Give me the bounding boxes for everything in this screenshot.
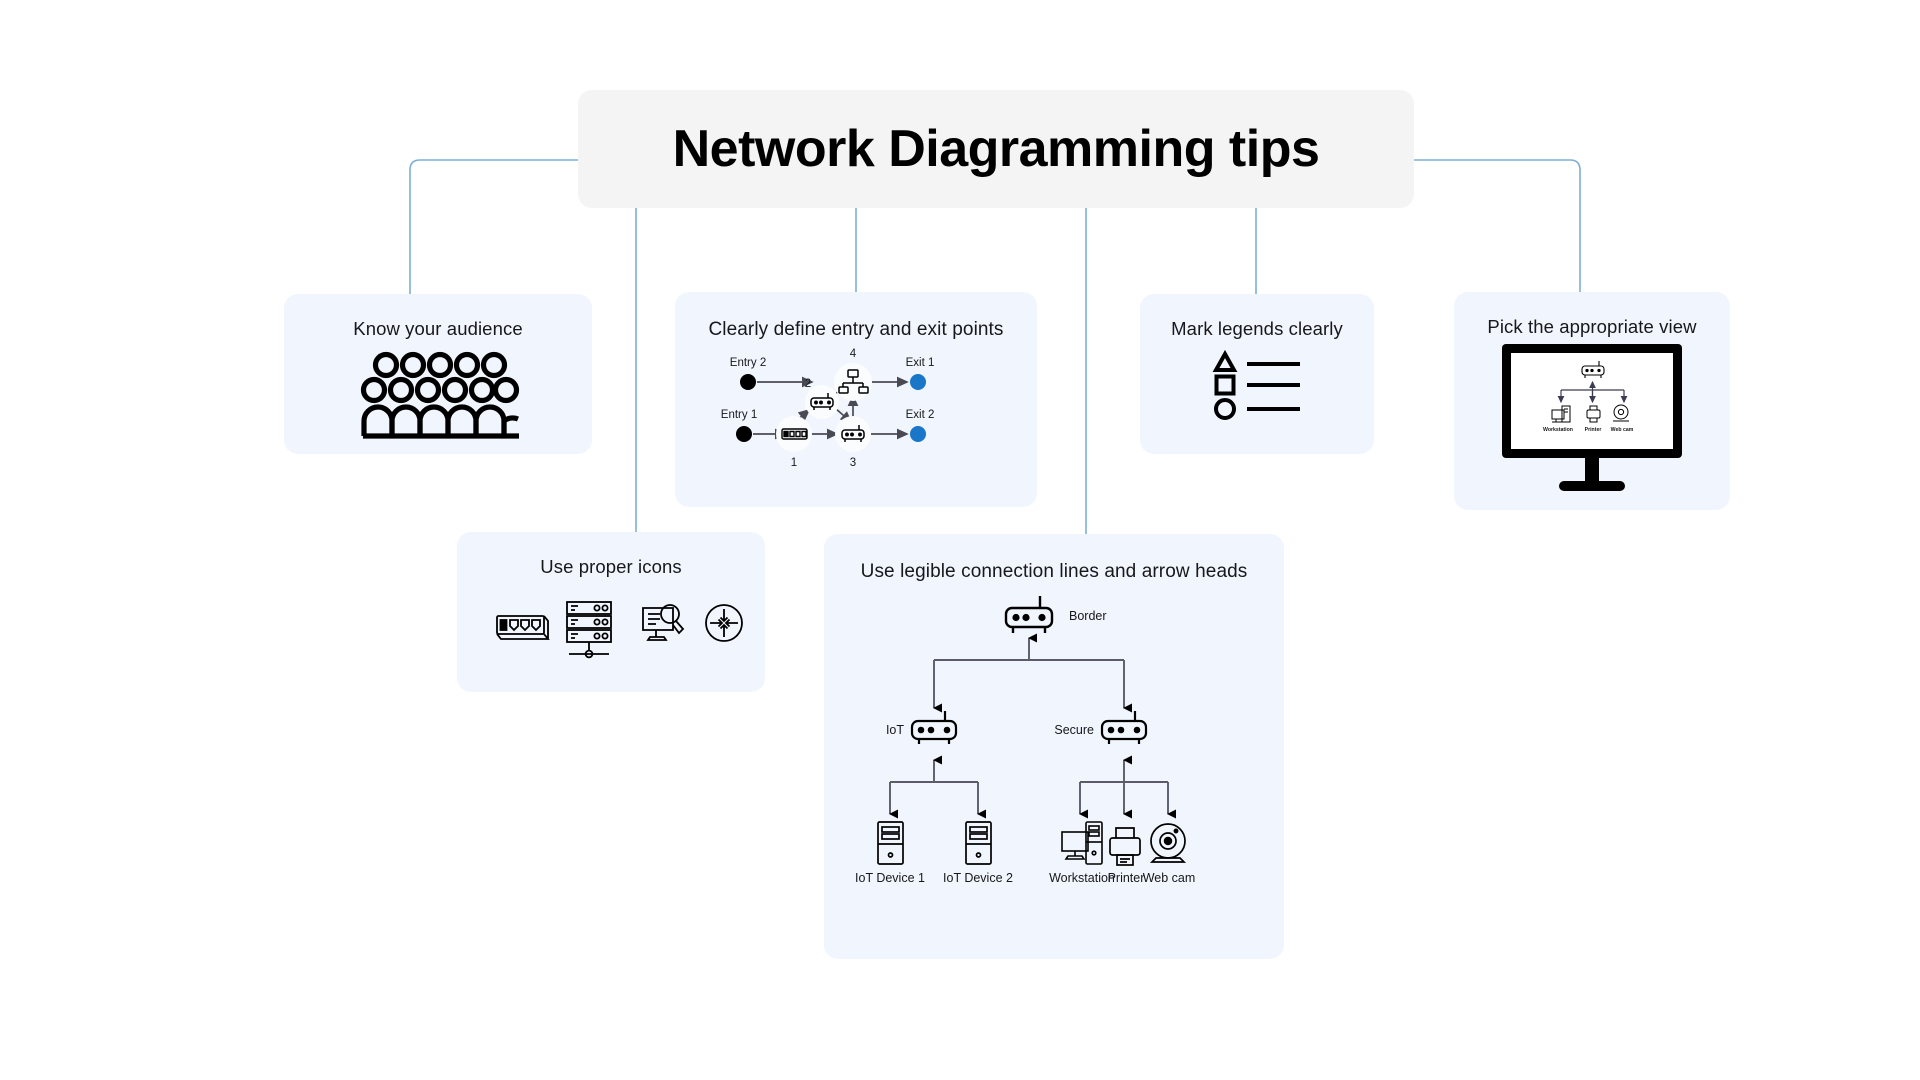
server-rack-icon [566,601,612,659]
audience-icon [360,351,520,439]
workstation-icon [1061,821,1103,865]
label-iot-device-1: IoT Device 1 [855,871,925,885]
audience-illustration [284,346,592,442]
exit-2-dot [910,426,926,442]
monitoring-icon [642,604,685,641]
triangle-icon [1212,349,1238,372]
node-3 [835,416,871,452]
label-webcam: Web cam [1143,871,1196,885]
legend-illustration [1140,346,1374,430]
label-exit-1: Exit 1 [906,357,935,369]
mindmap-canvas: Network Diagramming tips Know your audie… [0,0,1920,1080]
card-title-entryexit: Clearly define entry and exit points [708,319,1004,340]
monitor-stand-base [1559,481,1625,491]
label-iot-device-2: IoT Device 2 [943,871,1013,885]
card-legible-connections[interactable]: Use legible connection lines and arrow h… [824,534,1284,959]
label-node-4: 4 [850,348,857,360]
screen-label-webcam: Web cam [1611,427,1634,433]
monitor-illustration: Workstation Printer Web cam [1454,340,1730,500]
card-title-view: Pick the appropriate view [1487,316,1697,337]
label-border: Border [1069,609,1107,623]
label-entry-1: Entry 1 [721,409,757,421]
card-entry-exit-points[interactable]: Clearly define entry and exit points Ent… [675,292,1037,507]
secure-router-icon [1100,711,1148,744]
card-pick-view[interactable]: Pick the appropriate view Workstation Pr… [1454,292,1730,510]
page-title-text: Network Diagramming tips [672,120,1320,178]
entry-1-dot [736,426,752,442]
label-printer: Printer [1108,871,1145,885]
label-node-1: 1 [791,457,797,469]
card-title-audience: Know your audience [353,318,523,339]
page-title: Network Diagramming tips [578,90,1414,208]
label-node-2: 2 [805,378,811,390]
switch-icon [496,615,550,640]
connector-view [1414,159,1581,292]
connector-audience [409,159,578,294]
entry-exit-diagram: Entry 2 Entry 1 Exit 1 Exit 2 4 2 1 3 [675,344,1037,494]
card-title-lines: Use legible connection lines and arrow h… [860,561,1248,582]
card-know-your-audience[interactable]: Know your audience [284,294,592,454]
label-iot: IoT [886,723,904,737]
label-entry-2: Entry 2 [730,357,766,369]
label-exit-2: Exit 2 [906,409,935,421]
screen-label-workstation: Workstation [1543,427,1573,433]
router-circle-icon [705,604,743,642]
exit-1-dot [910,374,926,390]
webcam-icon [1149,823,1187,863]
card-use-proper-icons[interactable]: Use proper icons [457,532,765,692]
circle-icon [1214,398,1236,420]
iot-device-1-icon [877,821,904,865]
proper-icons-illustration [457,588,765,668]
node-1 [776,416,812,452]
border-router-icon [1004,596,1054,633]
monitor-stand-neck [1585,458,1599,484]
printer-icon [1109,827,1141,866]
node-4 [834,363,872,401]
square-icon [1214,374,1236,396]
node-2 [805,385,839,419]
connection-lines-diagram: Border IoT Secure IoT Device 1 IoT Devic… [824,582,1284,912]
label-secure: Secure [1054,723,1094,737]
card-title-legends: Mark legends clearly [1171,318,1343,339]
label-workstation: Workstation [1049,871,1115,885]
entry-2-dot [740,374,756,390]
iot-device-2-icon [965,821,992,865]
screen-label-printer: Printer [1585,427,1602,433]
card-title-icons: Use proper icons [540,556,682,577]
card-mark-legends[interactable]: Mark legends clearly [1140,294,1374,454]
iot-router-icon [910,711,958,744]
label-node-3: 3 [850,457,856,469]
